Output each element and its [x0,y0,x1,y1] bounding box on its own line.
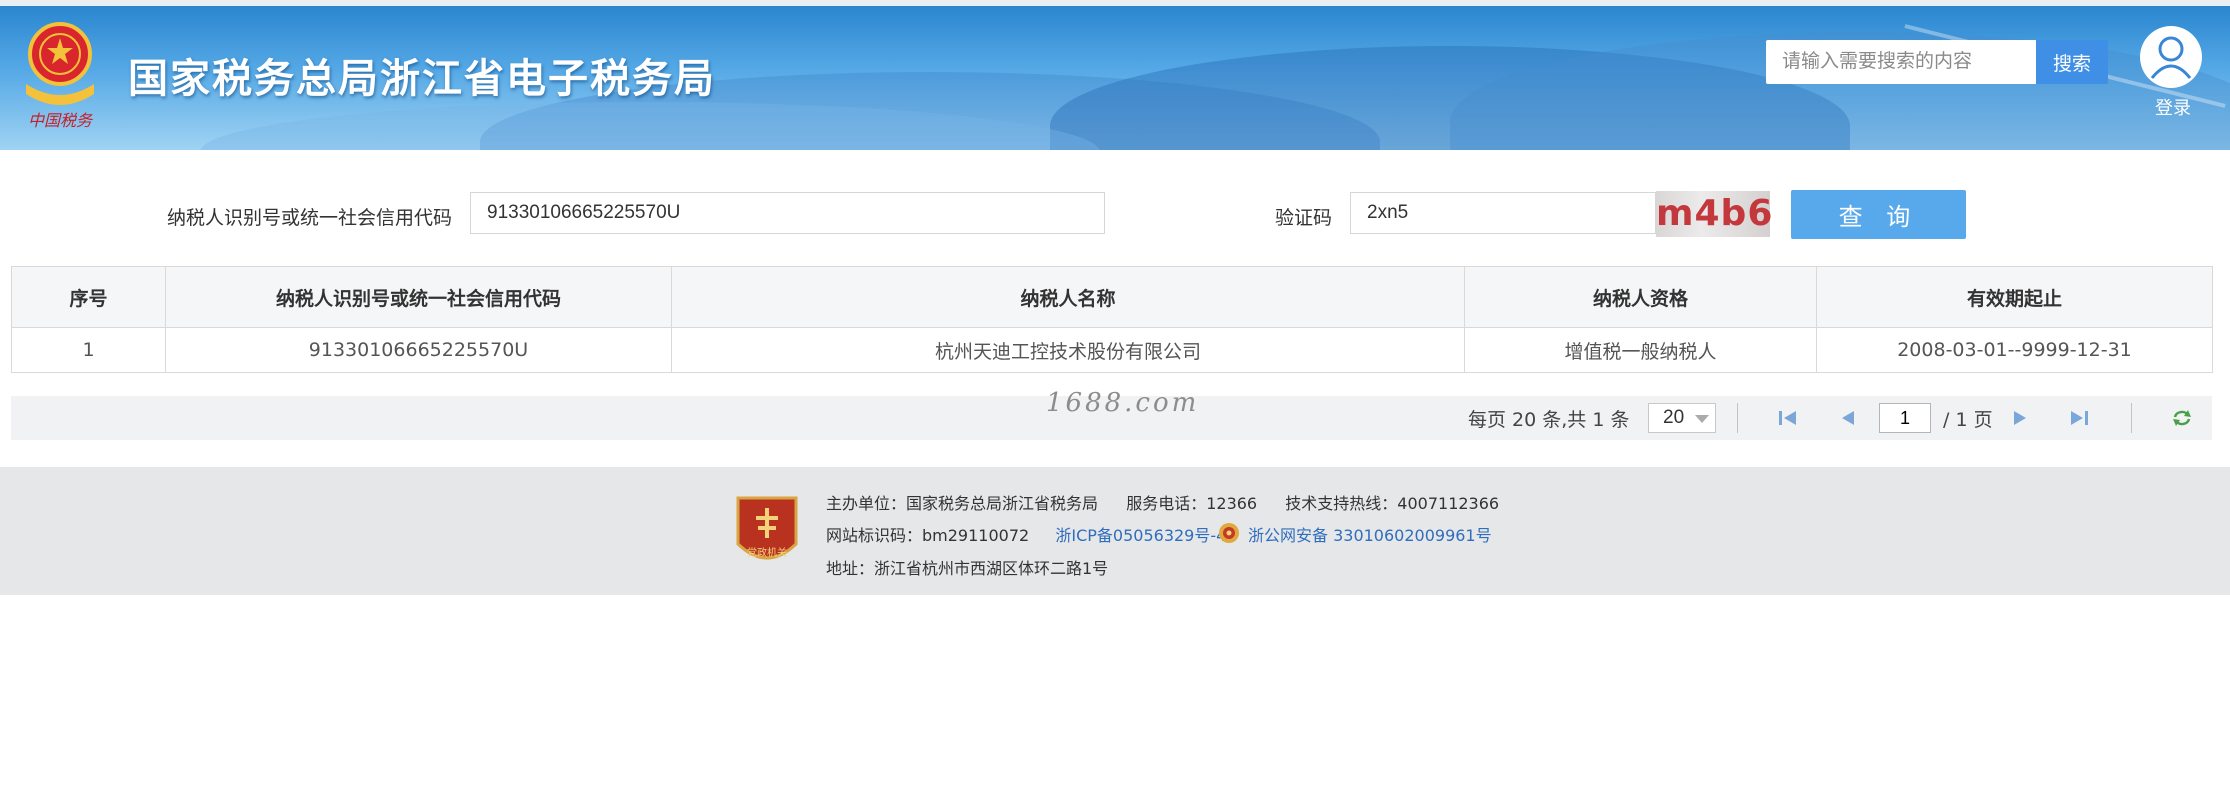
footer-police-record: 浙公网安备 33010602009961号 [1248,522,1492,546]
last-page-icon[interactable] [2067,408,2091,428]
table-cell: 1 [11,327,166,373]
query-button[interactable]: 查 询 [1791,190,1966,239]
watermark: 1688.com [1046,388,1200,418]
table-row: 1 91330106665225570U 杭州天迪工控技术股份有限公司 增值税一… [11,327,2213,373]
refresh-icon[interactable] [2170,408,2194,428]
site-title: 国家税务总局浙江省电子税务局 [128,56,716,102]
results-table: 序号 纳税人识别号或统一社会信用代码 纳税人名称 纳税人资格 有效期起止 1 9… [11,266,2213,373]
icp-license-link[interactable]: 浙ICP备05056329号-4 [1055,526,1226,545]
site-search-input[interactable] [1766,40,2036,84]
captcha-label: 验证码 [1275,207,1333,229]
footer-line-1: 主办单位：国家税务总局浙江省税务局 服务电话：12366 技术支持热线：4007… [826,490,1499,514]
captcha-image[interactable]: m4b6 [1656,191,1772,237]
pager-divider [2131,403,2132,433]
column-header: 纳税人识别号或统一社会信用代码 [165,266,672,328]
tax-emblem-logo: 中国税务 [26,22,94,130]
table-cell: 增值税一般纳税人 [1464,327,1817,373]
captcha-input[interactable] [1350,192,1656,234]
emblem-caption: 中国税务 [28,111,94,130]
footer-address: 地址：浙江省杭州市西湖区体环二路1号 [826,559,1109,578]
footer-support-hotline: 技术支持热线：4007112366 [1285,494,1500,513]
pagination-summary: 每页 20 条,共 1 条 [1468,409,1630,431]
chevron-down-icon [1695,415,1709,423]
column-header: 纳税人名称 [671,266,1465,328]
column-header: 纳税人资格 [1464,266,1817,328]
column-header: 序号 [11,266,166,328]
user-login-avatar[interactable] [2140,26,2202,88]
login-link[interactable]: 登录 [2148,94,2198,120]
current-page-input[interactable] [1879,403,1931,433]
page-size-select[interactable]: 20 [1648,403,1716,433]
taxpayer-id-input[interactable] [470,192,1105,234]
pager-divider [1737,403,1738,433]
total-pages-label: / 1 页 [1943,409,1993,431]
government-site-badge[interactable]: 党政机关 [734,494,800,572]
police-record-link[interactable]: 浙公网安备 33010602009961号 [1248,526,1492,545]
footer-line-2: 网站标识码：bm29110072 浙ICP备05056329号-4 [826,522,1226,546]
table-cell: 2008-03-01--9999-12-31 [1816,327,2213,373]
table-header-row: 序号 纳税人识别号或统一社会信用代码 纳税人名称 纳税人资格 有效期起止 [11,266,2213,328]
badge-label: 党政机关 [747,546,787,559]
column-header: 有效期起止 [1816,266,2213,328]
police-badge-icon [1219,523,1239,543]
next-page-icon[interactable] [2008,408,2032,428]
table-cell: 91330106665225570U [165,327,672,373]
footer-service-phone: 服务电话：12366 [1126,494,1258,513]
site-search-button[interactable]: 搜索 [2036,40,2108,84]
previous-page-icon[interactable] [1836,408,1860,428]
user-icon [2150,36,2192,79]
first-page-icon[interactable] [1776,408,1800,428]
footer-organizer: 主办单位：国家税务总局浙江省税务局 [826,494,1099,513]
taxpayer-id-label: 纳税人识别号或统一社会信用代码 [167,207,453,229]
table-cell: 杭州天迪工控技术股份有限公司 [671,327,1465,373]
footer-site-code: 网站标识码：bm29110072 [826,526,1030,545]
page-size-value: 20 [1663,407,1685,428]
